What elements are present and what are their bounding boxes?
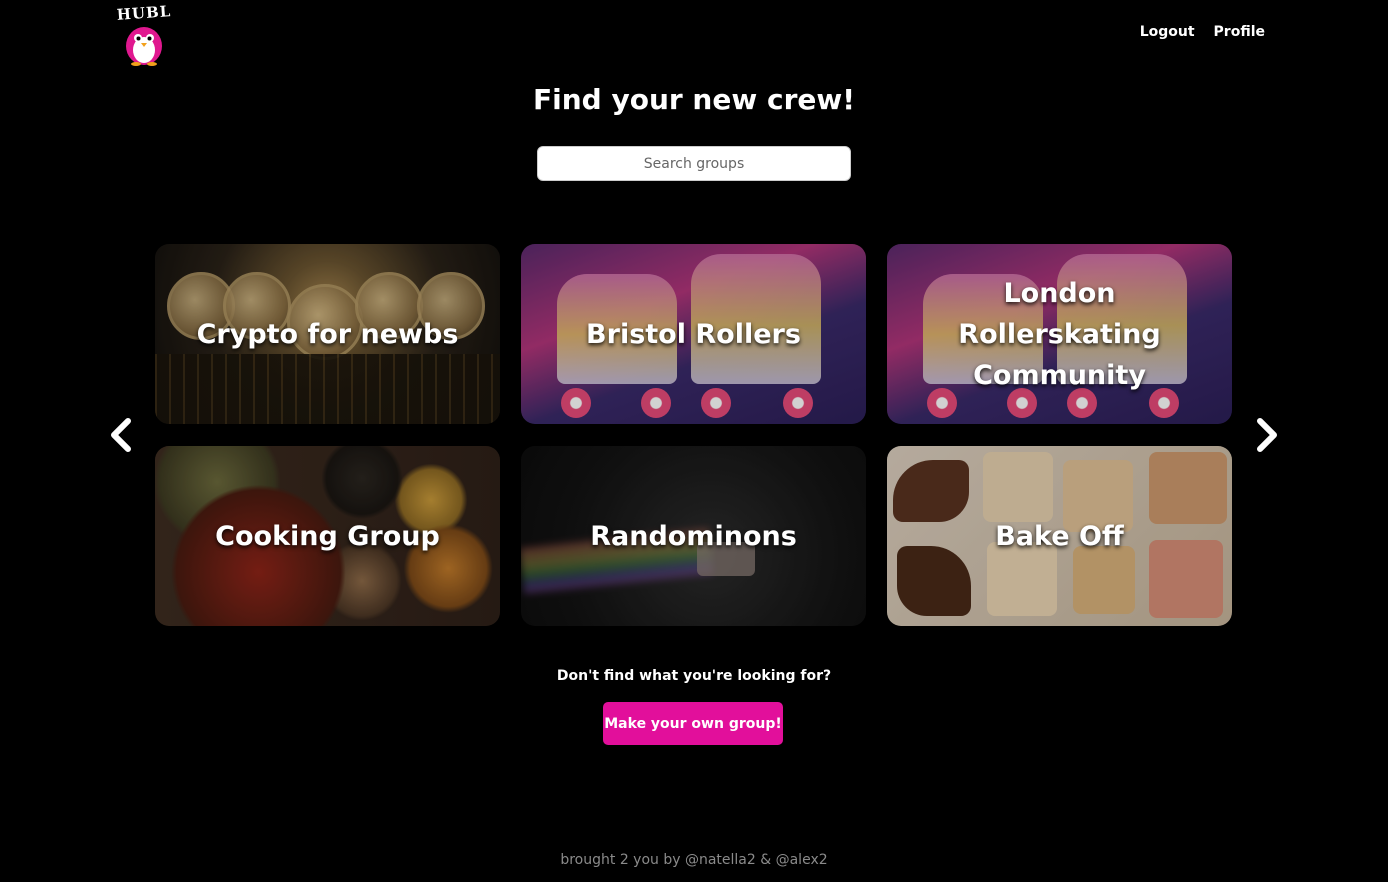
- group-card-bristol-rollers[interactable]: Bristol Rollers: [521, 244, 866, 424]
- group-title: London Rollerskating Community: [958, 277, 1161, 391]
- profile-link[interactable]: Profile: [1214, 24, 1265, 40]
- chevron-right-icon[interactable]: [1252, 417, 1282, 453]
- group-card-cooking[interactable]: Cooking Group: [155, 446, 500, 626]
- group-card-randominons[interactable]: Randominons: [521, 446, 866, 626]
- chevron-left-icon[interactable]: [106, 417, 136, 453]
- page-title: Find your new crew!: [533, 83, 855, 116]
- group-title: Randominons: [590, 520, 797, 552]
- group-card-crypto[interactable]: Crypto for newbs: [155, 244, 500, 424]
- logout-link[interactable]: Logout: [1140, 24, 1195, 40]
- cta-text: Don't find what you're looking for?: [556, 668, 832, 684]
- hubl-logo[interactable]: HUBL: [113, 2, 175, 66]
- group-title: Cooking Group: [215, 520, 440, 552]
- group-title: Bake Off: [995, 520, 1124, 552]
- group-grid: Crypto for newbs Bristol Rollers London …: [155, 244, 1232, 626]
- group-card-london-rollerskating[interactable]: London Rollerskating Community: [887, 244, 1232, 424]
- footer-credits: brought 2 you by @natella2 & @alex2: [560, 852, 828, 868]
- group-title: Crypto for newbs: [196, 318, 459, 350]
- group-card-bake-off[interactable]: Bake Off: [887, 446, 1232, 626]
- page: HUBL Logout Profile Find your new crew!: [0, 0, 1388, 882]
- group-title: Bristol Rollers: [586, 318, 801, 350]
- search-groups-input[interactable]: [537, 146, 851, 181]
- penguin-icon: [126, 27, 162, 66]
- top-nav: Logout Profile: [1140, 24, 1265, 40]
- make-group-button[interactable]: Make your own group!: [603, 702, 783, 745]
